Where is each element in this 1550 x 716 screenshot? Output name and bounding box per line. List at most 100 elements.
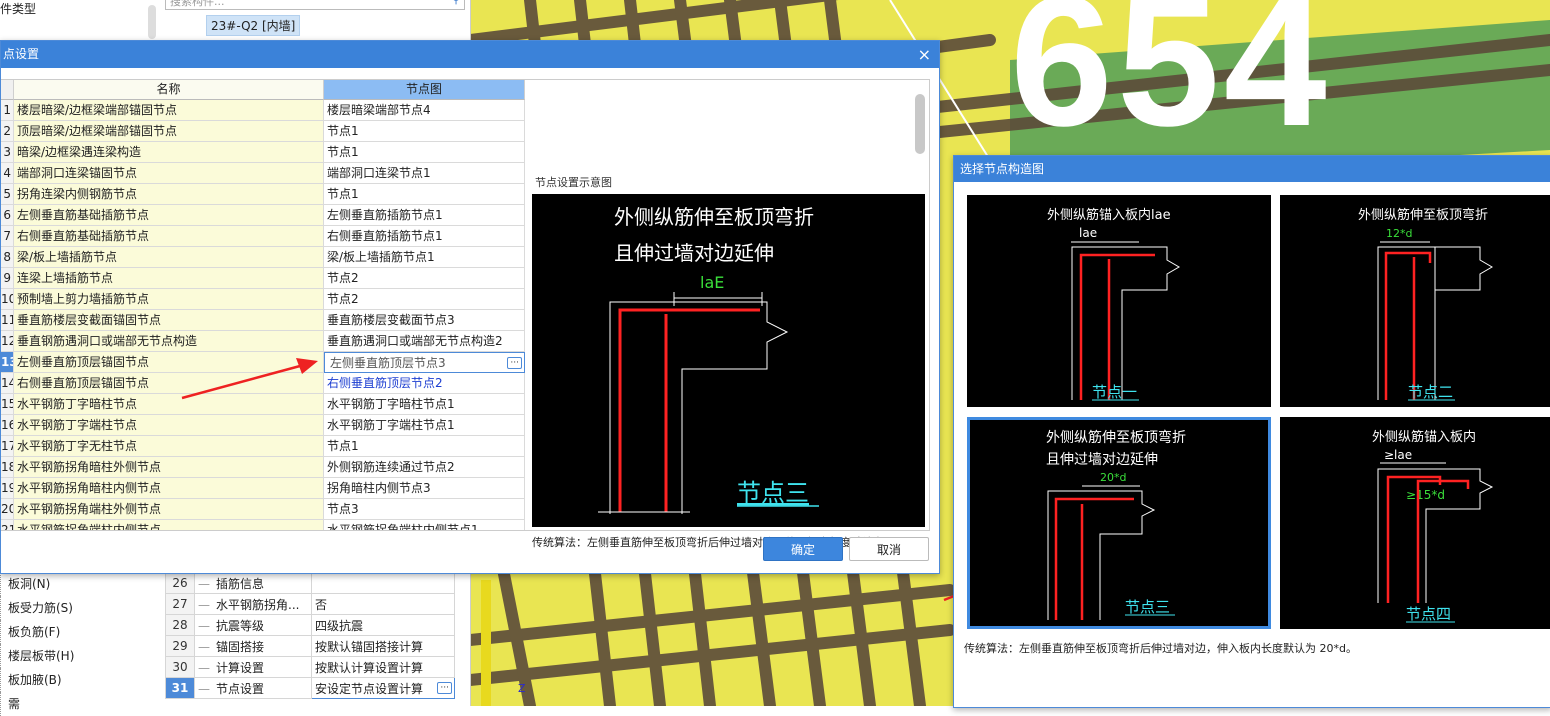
- row-node-value[interactable]: 左侧垂直筋插筋节点1: [324, 205, 525, 226]
- row-name[interactable]: 暗梁/边框梁遇连梁构造: [14, 142, 324, 163]
- grid-row[interactable]: 6 左侧垂直筋基础插筋节点 左侧垂直筋插筋节点1: [1, 205, 525, 226]
- row-name[interactable]: 预制墙上剪力墙插筋节点: [14, 289, 324, 310]
- node-option-4[interactable]: 外侧纵筋锚入板内 ≥lae ≥15*d 节点四: [1280, 417, 1550, 629]
- search-input[interactable]: 搜索构件... ⚲: [165, 0, 465, 10]
- grid-row[interactable]: 14右侧垂直筋顶层锚固节点右侧垂直筋顶层节点2: [1, 373, 525, 394]
- grid-row[interactable]: 11垂直筋楼层变截面锚固节点垂直筋楼层变截面节点3: [1, 310, 525, 331]
- table-row[interactable]: 27— 水平钢筋拐角... 否: [165, 593, 455, 615]
- row-name[interactable]: 水平钢筋丁字端柱节点: [14, 415, 324, 436]
- table-row-selected[interactable]: 31— 节点设置 安设定节点设置计算 ···: [165, 677, 455, 699]
- preview-node-label: 节点三: [737, 479, 809, 507]
- grid-row[interactable]: 3 暗梁/边框梁遇连梁构造 节点1: [1, 142, 525, 163]
- row-node-value[interactable]: 水平钢筋拐角端柱内侧节点1: [324, 520, 525, 530]
- svg-text:外侧纵筋伸至板顶弯折: 外侧纵筋伸至板顶弯折: [1358, 207, 1488, 223]
- row-node-value[interactable]: 楼层暗梁端部节点4: [324, 100, 525, 121]
- column-header-image[interactable]: 节点图: [324, 80, 525, 100]
- grid-row[interactable]: 5 拐角连梁内侧钢筋节点 节点1: [1, 184, 525, 205]
- row-name[interactable]: 右侧垂直筋基础插筋节点: [14, 226, 324, 247]
- row-name[interactable]: 左侧垂直筋顶层锚固节点: [14, 352, 324, 373]
- node-option-2[interactable]: 外侧纵筋伸至板顶弯折 12*d 节点二: [1280, 195, 1550, 407]
- row-name[interactable]: 水平钢筋拐角暗柱外侧节点: [14, 457, 324, 478]
- row-node-value[interactable]: 梁/板上墙插筋节点1: [324, 247, 525, 268]
- row-node-value[interactable]: 右侧垂直筋顶层节点2: [324, 373, 525, 394]
- tree-item[interactable]: 板负筋(F): [0, 620, 160, 644]
- row-name[interactable]: 水平钢筋拐角端柱外侧节点: [14, 499, 324, 520]
- row-name[interactable]: 左侧垂直筋基础插筋节点: [14, 205, 324, 226]
- table-row[interactable]: 30— 计算设置 按默认计算设置计算: [165, 656, 455, 678]
- grid-row[interactable]: 8 梁/板上墙插筋节点 梁/板上墙插筋节点1: [1, 247, 525, 268]
- search-icon[interactable]: ⚲: [452, 0, 460, 6]
- row-node-value[interactable]: 水平钢筋丁字端柱节点1: [324, 415, 525, 436]
- grid-row[interactable]: 21水平钢筋拐角端柱内侧节点水平钢筋拐角端柱内侧节点1: [1, 520, 525, 530]
- row-name[interactable]: 楼层暗梁/边框梁端部锚固节点: [14, 100, 324, 121]
- grid-row[interactable]: 7 右侧垂直筋基础插筋节点 右侧垂直筋插筋节点1: [1, 226, 525, 247]
- row-name[interactable]: 端部洞口连梁锚固节点: [14, 163, 324, 184]
- row-name[interactable]: 水平钢筋拐角端柱内侧节点: [14, 520, 324, 530]
- row-name[interactable]: 拐角连梁内侧钢筋节点: [14, 184, 324, 205]
- row-name[interactable]: 水平钢筋丁字无柱节点: [14, 436, 324, 457]
- dialog-titlebar[interactable]: 选择节点构造图: [954, 156, 1550, 182]
- ok-button[interactable]: 确定: [763, 537, 843, 561]
- grid-row[interactable]: 15水平钢筋丁字暗柱节点水平钢筋丁字暗柱节点1: [1, 394, 525, 415]
- tree-item[interactable]: 楼层板带(H): [0, 644, 160, 668]
- row-node-value[interactable]: 水平钢筋丁字暗柱节点1: [324, 394, 525, 415]
- ellipsis-button[interactable]: ···: [507, 357, 522, 369]
- row-node-value[interactable]: 节点2: [324, 268, 525, 289]
- row-name[interactable]: 水平钢筋拐角暗柱内侧节点: [14, 478, 324, 499]
- node-option-1[interactable]: 外侧纵筋锚入板内lae lae 节点一: [967, 195, 1271, 407]
- tree-item[interactable]: 板洞(N): [0, 572, 160, 596]
- row-node-value[interactable]: 外侧钢筋连续通过节点2: [324, 457, 525, 478]
- row-node-value[interactable]: 端部洞口连梁节点1: [324, 163, 525, 184]
- grid-row[interactable]: 16水平钢筋丁字端柱节点水平钢筋丁字端柱节点1: [1, 415, 525, 436]
- grid-row[interactable]: 1 楼层暗梁/边框梁端部锚固节点 楼层暗梁端部节点4: [1, 100, 525, 121]
- row-name[interactable]: 连梁上墙插筋节点: [14, 268, 324, 289]
- ellipsis-button[interactable]: ···: [437, 682, 452, 694]
- table-row[interactable]: 28— 抗震等级 四级抗震: [165, 614, 455, 636]
- column-header-name[interactable]: 名称: [14, 80, 324, 100]
- grid-row[interactable]: 19水平钢筋拐角暗柱内侧节点拐角暗柱内侧节点3: [1, 478, 525, 499]
- component-list-item[interactable]: 23#-Q2 [内墙]: [206, 15, 301, 36]
- row-node-value[interactable]: 拐角暗柱内侧节点3: [324, 478, 525, 499]
- select-node-dialog: 选择节点构造图 外侧纵筋锚入板内lae lae 节点一 外侧纵筋伸至板顶弯折 1…: [953, 155, 1550, 708]
- tree-item[interactable]: 板受力筋(S): [0, 596, 160, 620]
- grid-row[interactable]: 10预制墙上剪力墙插筋节点节点2: [1, 289, 525, 310]
- row-node-value[interactable]: 左侧垂直筋顶层节点3 ···: [324, 352, 525, 373]
- tree-item[interactable]: 需: [0, 692, 160, 716]
- row-node-value[interactable]: 节点1: [324, 184, 525, 205]
- node-option-3-selected[interactable]: 外侧纵筋伸至板顶弯折 且伸过墙对边延伸 20*d 节点三: [967, 417, 1271, 629]
- table-row[interactable]: 26— 插筋信息: [165, 572, 455, 594]
- cancel-button[interactable]: 取消: [849, 537, 929, 561]
- row-node-value[interactable]: 右侧垂直筋插筋节点1: [324, 226, 525, 247]
- row-number: 2: [1, 121, 14, 142]
- row-name[interactable]: 右侧垂直筋顶层锚固节点: [14, 373, 324, 394]
- row-node-value[interactable]: 垂直筋遇洞口或端部无节点构造2: [324, 331, 525, 352]
- grid-row[interactable]: 17水平钢筋丁字无柱节点节点1: [1, 436, 525, 457]
- row-name[interactable]: 梁/板上墙插筋节点: [14, 247, 324, 268]
- scrollbar[interactable]: [148, 5, 156, 39]
- close-icon[interactable]: ×: [918, 41, 931, 68]
- grid-row[interactable]: 20水平钢筋拐角端柱外侧节点节点3: [1, 499, 525, 520]
- dialog-titlebar[interactable]: 点设置 ×: [1, 41, 939, 68]
- row-node-value[interactable]: 垂直筋楼层变截面节点3: [324, 310, 525, 331]
- grid-row[interactable]: 18水平钢筋拐角暗柱外侧节点外侧钢筋连续通过节点2: [1, 457, 525, 478]
- grid-row[interactable]: 12垂直钢筋遇洞口或端部无节点构造垂直筋遇洞口或端部无节点构造2: [1, 331, 525, 352]
- grid-row[interactable]: 2 顶层暗梁/边框梁端部锚固节点 节点1: [1, 121, 525, 142]
- grid-row[interactable]: 4 端部洞口连梁锚固节点 端部洞口连梁节点1: [1, 163, 525, 184]
- preview-group: 节点设置示意图 外侧纵筋伸至板顶弯折 且伸过墙对边延伸 laE 节点三 传统算法…: [527, 170, 927, 570]
- row-node-value[interactable]: 节点3: [324, 499, 525, 520]
- row-name[interactable]: 垂直筋楼层变截面锚固节点: [14, 310, 324, 331]
- grid-row[interactable]: 9 连梁上墙插筋节点 节点2: [1, 268, 525, 289]
- row-node-value[interactable]: 节点2: [324, 289, 525, 310]
- row-number: 15: [1, 394, 14, 415]
- grid-row-selected[interactable]: 13左侧垂直筋顶层锚固节点左侧垂直筋顶层节点3···: [1, 352, 525, 373]
- row-node-value[interactable]: 节点1: [324, 142, 525, 163]
- row-node-value[interactable]: 节点1: [324, 436, 525, 457]
- row-name[interactable]: 垂直钢筋遇洞口或端部无节点构造: [14, 331, 324, 352]
- row-node-value[interactable]: 节点1: [324, 121, 525, 142]
- scrollbar[interactable]: [915, 94, 925, 154]
- table-row[interactable]: 29— 锚固搭接 按默认锚固搭接计算: [165, 635, 455, 657]
- tree-item[interactable]: 板加腋(B): [0, 668, 160, 692]
- row-name[interactable]: 水平钢筋丁字暗柱节点: [14, 394, 324, 415]
- property-table: 26— 插筋信息 27— 水平钢筋拐角... 否 28— 抗震等级 四级抗震 29— 锚固搭…: [165, 572, 455, 699]
- row-name[interactable]: 顶层暗梁/边框梁端部锚固节点: [14, 121, 324, 142]
